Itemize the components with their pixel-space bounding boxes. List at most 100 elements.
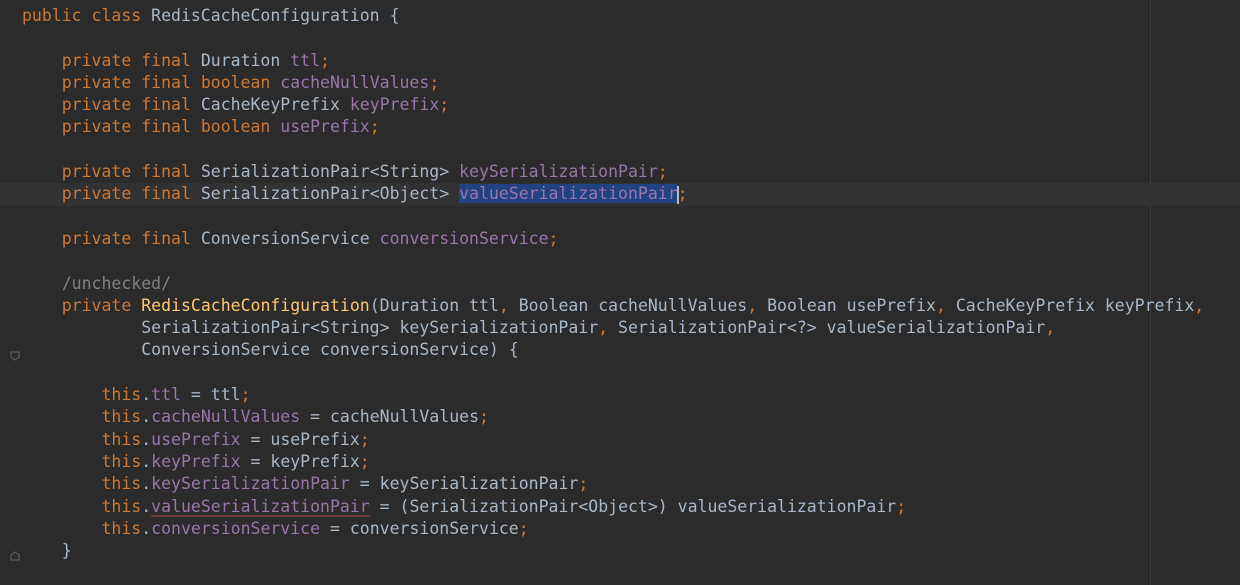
code-line[interactable]: [22, 250, 1240, 272]
keyword-token: ;: [578, 474, 589, 494]
code-line[interactable]: this.ttl = ttl;: [22, 384, 1240, 406]
type-token: SerializationPair<String>: [200, 162, 460, 182]
code-text: = cacheNullValues: [300, 407, 479, 427]
code-text: SerializationPair<String> keySerializati…: [22, 318, 599, 338]
field-token: keyPrefix: [151, 451, 241, 471]
code-text: = (SerializationPair<Object>) valueSeria…: [369, 496, 897, 516]
keyword-token: this: [101, 474, 142, 494]
code-text: SerializationPair<?> valueSerializationP…: [618, 318, 1046, 338]
keyword-token: ,: [1194, 295, 1205, 315]
code-text: = ttl: [180, 385, 241, 405]
code-line[interactable]: SerializationPair<String> keySerializati…: [22, 317, 1240, 339]
keyword-token: ,: [598, 318, 619, 338]
editor-gutter[interactable]: [0, 0, 22, 585]
code-line[interactable]: this.keyPrefix = keyPrefix;: [22, 451, 1240, 473]
code-text: {: [389, 6, 400, 25]
keyword-token: private final: [61, 184, 201, 204]
keyword-token: this: [101, 496, 142, 516]
code-line[interactable]: [22, 27, 1240, 49]
keyword-token: ;: [240, 385, 251, 405]
field-token: conversionService: [379, 228, 549, 248]
keyword-token: this: [101, 451, 142, 471]
code-line[interactable]: [22, 139, 1240, 161]
keyword-token: ;: [439, 95, 450, 115]
keyword-token: ,: [498, 295, 519, 315]
code-text: .: [141, 474, 152, 494]
code-line[interactable]: private final SerializationPair<Object> …: [0, 183, 1240, 206]
code-text: ConversionService conversionService) {: [22, 340, 519, 360]
code-line[interactable]: this.keySerializationPair = keySerializa…: [22, 473, 1240, 495]
code-line[interactable]: /unchecked/: [22, 273, 1240, 295]
field-token: usePrefix: [151, 429, 241, 449]
keyword-token: this: [101, 385, 142, 405]
code-line[interactable]: private final CacheKeyPrefix keyPrefix;: [22, 94, 1240, 116]
fold-marker-icon[interactable]: [10, 346, 20, 361]
keyword-token: ,: [747, 295, 768, 315]
keyword-token: ;: [320, 50, 330, 70]
code-text: CacheKeyPrefix keyPrefix: [955, 295, 1195, 315]
type-token: CacheKeyPrefix: [200, 95, 350, 115]
code-text: Boolean cacheNullValues: [518, 295, 748, 315]
code-line[interactable]: [22, 362, 1240, 384]
method-name-token: RedisCacheConfiguration: [141, 295, 370, 315]
type-token: ConversionService: [200, 228, 380, 248]
code-line[interactable]: private final SerializationPair<String> …: [22, 161, 1240, 183]
comment-token: /unchecked/: [61, 273, 172, 293]
field-token: keySerializationPair: [459, 162, 658, 182]
keyword-token: this: [101, 518, 142, 538]
keyword-token: private final boolean: [61, 117, 281, 137]
type-token: Duration: [200, 50, 291, 70]
field-token: cacheNullValues: [280, 72, 430, 92]
keyword-token: private final: [61, 95, 201, 115]
code-line[interactable]: private final boolean usePrefix;: [22, 116, 1240, 138]
code-line[interactable]: this.valueSerializationPair = (Serializa…: [22, 496, 1240, 518]
code-line[interactable]: this.usePrefix = usePrefix;: [22, 429, 1240, 451]
code-line[interactable]: private final boolean cacheNullValues;: [22, 72, 1240, 94]
code-line[interactable]: private final Duration ttl;: [22, 50, 1240, 72]
keyword-token: ;: [359, 429, 370, 449]
code-line[interactable]: [22, 206, 1240, 228]
code-line[interactable]: }: [22, 540, 1240, 562]
keyword-token: ;: [896, 496, 907, 516]
code-text: (Duration ttl: [369, 295, 499, 315]
field-token: cacheNullValues: [151, 407, 301, 427]
code-line[interactable]: this.cacheNullValues = cacheNullValues;: [22, 406, 1240, 428]
code-text: .: [141, 496, 152, 516]
code-line[interactable]: this.conversionService = conversionServi…: [22, 518, 1240, 540]
keyword-token: ;: [677, 184, 688, 204]
code-line[interactable]: ConversionService conversionService) {: [22, 339, 1240, 361]
field-token: conversionService: [151, 518, 321, 538]
code-text: .: [141, 518, 152, 538]
keyword-token: this: [101, 407, 142, 427]
field-token: usePrefix: [280, 117, 370, 137]
keyword-token: public class: [22, 6, 152, 25]
code-line[interactable]: private RedisCacheConfiguration(Duration…: [22, 295, 1240, 317]
code-text: = keySerializationPair: [349, 474, 579, 494]
code-area[interactable]: public class RedisCacheConfiguration { p…: [0, 5, 1240, 562]
code-text: = keyPrefix: [240, 451, 360, 471]
code-text: .: [141, 407, 152, 427]
keyword-token: ;: [657, 162, 668, 182]
code-text: Boolean usePrefix: [767, 295, 936, 315]
keyword-token: private final: [61, 50, 201, 70]
keyword-token: ,: [1045, 318, 1056, 338]
code-line[interactable]: public class RedisCacheConfiguration {: [22, 5, 1240, 27]
code-line[interactable]: private final ConversionService conversi…: [22, 228, 1240, 250]
code-editor[interactable]: public class RedisCacheConfiguration { p…: [0, 0, 1240, 585]
fold-marker-icon[interactable]: [10, 546, 20, 561]
keyword-token: ;: [369, 117, 380, 137]
type-token: SerializationPair<Object>: [200, 184, 460, 204]
keyword-token: ;: [359, 451, 370, 471]
